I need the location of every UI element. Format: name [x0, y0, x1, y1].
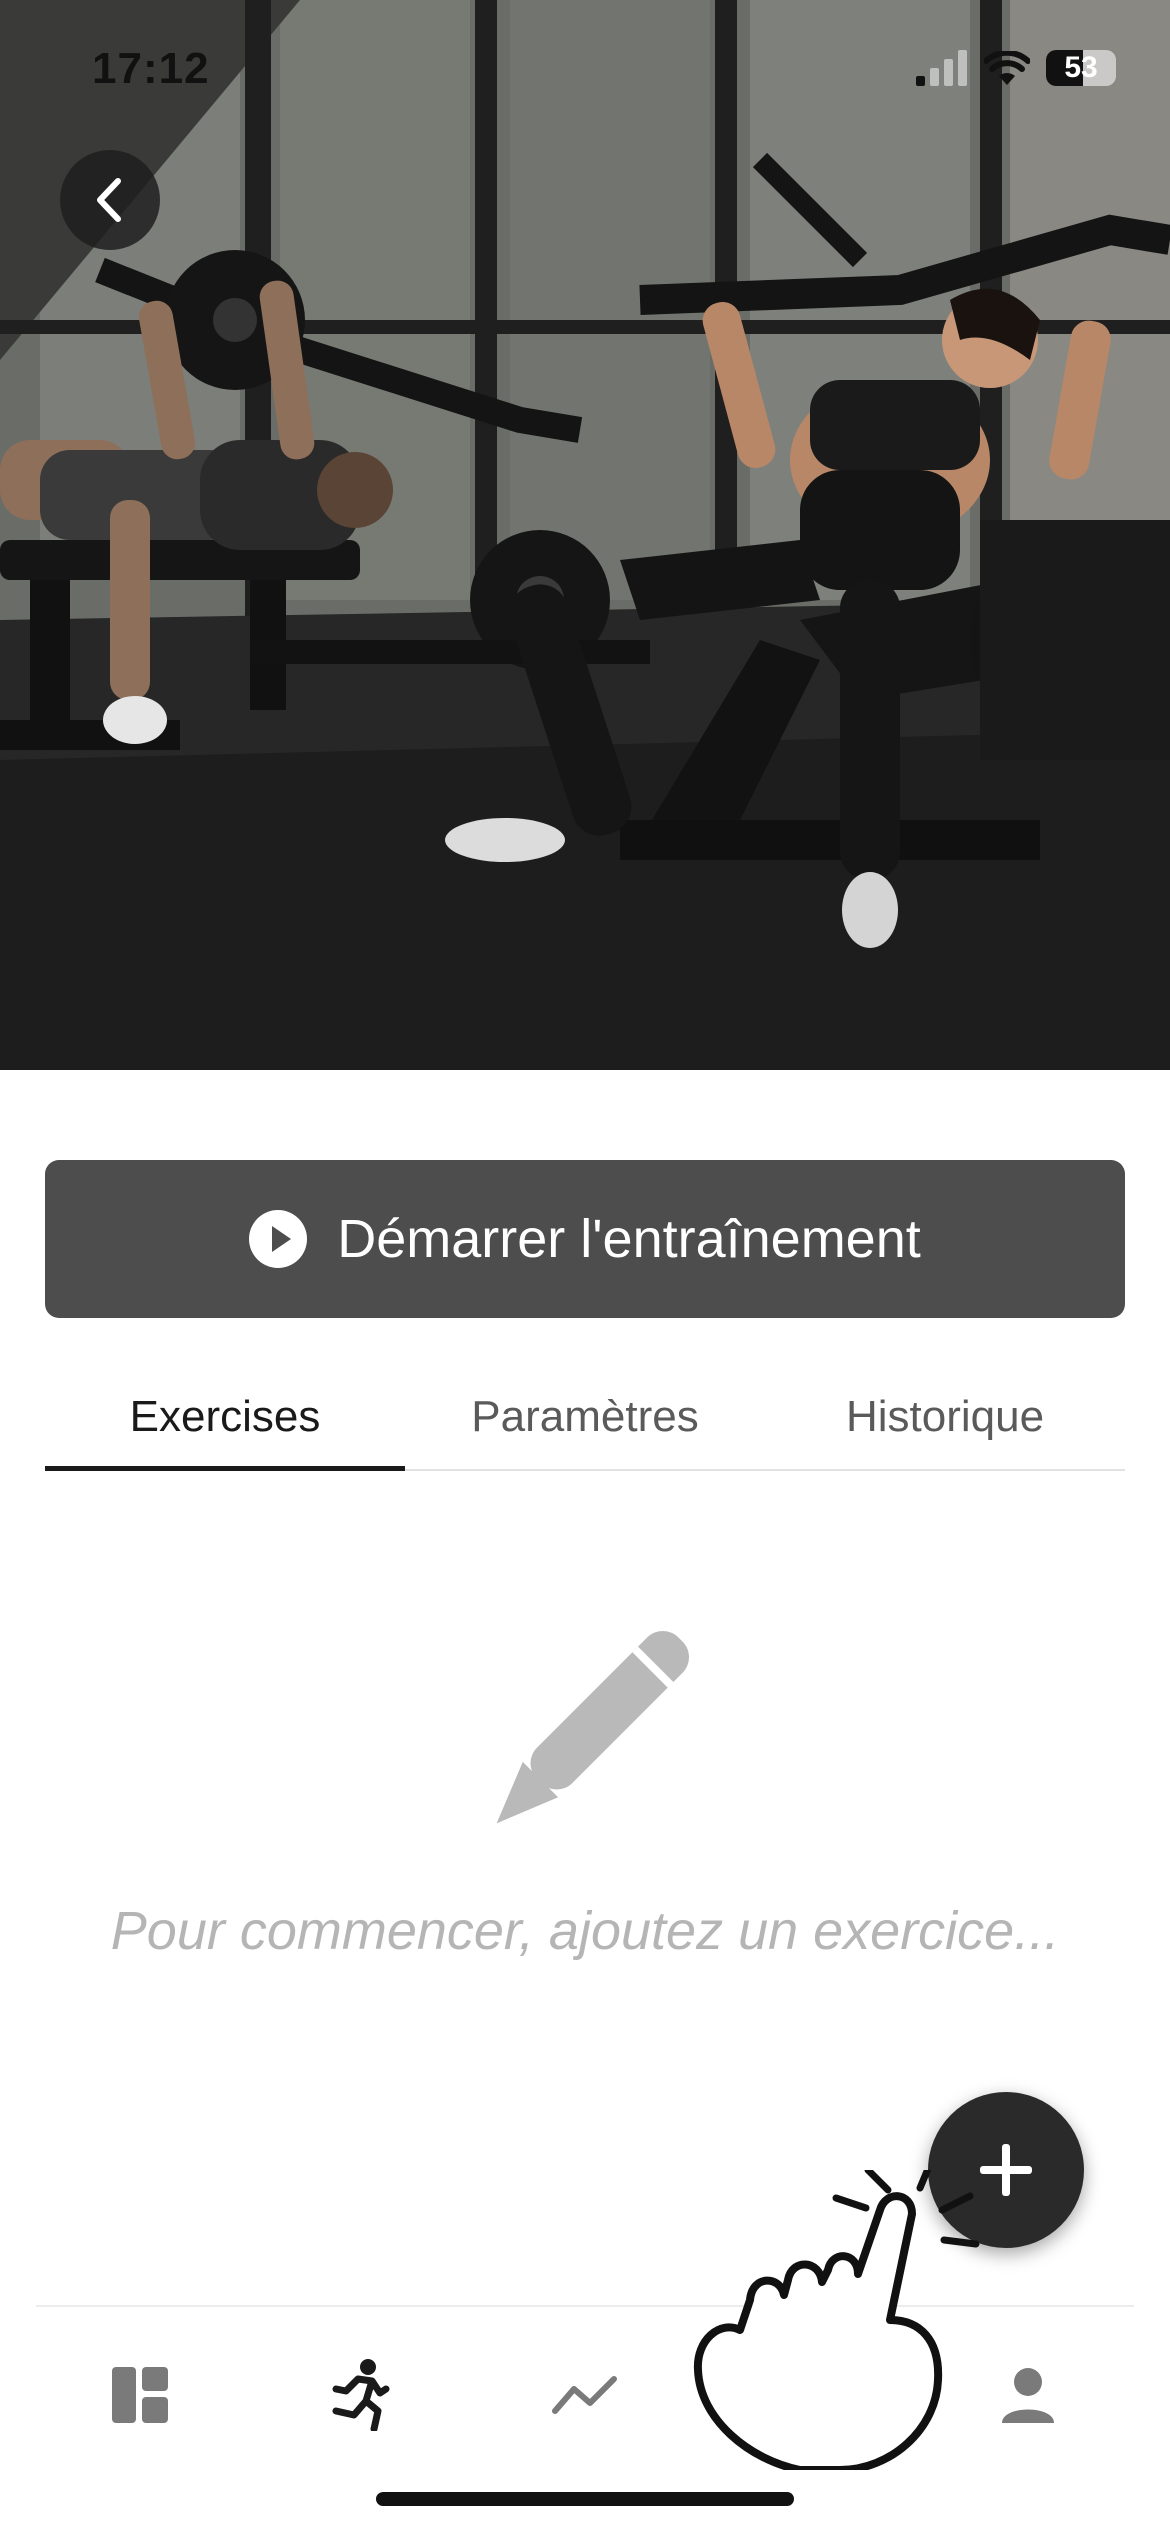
nav-profile[interactable]	[988, 2355, 1068, 2435]
wifi-icon	[984, 51, 1030, 85]
nav-dashboard[interactable]	[100, 2355, 180, 2435]
cellular-signal-icon	[916, 50, 967, 86]
active-tab-indicator	[45, 1466, 405, 1471]
tap-hand-icon	[693, 2170, 980, 2470]
tab-bar: Exercises Paramètres Historique	[45, 1365, 1125, 1473]
tab-parametres[interactable]: Paramètres	[405, 1365, 765, 1469]
start-workout-label: Démarrer l'entraînement	[337, 1209, 921, 1269]
nav-workouts[interactable]	[320, 2355, 400, 2435]
trend-chart-icon	[552, 2376, 617, 2414]
empty-state-message: Pour commencer, ajoutez un exercice...	[110, 1901, 1060, 1961]
gym-photo	[0, 0, 1170, 1070]
tab-historique[interactable]: Historique	[765, 1365, 1125, 1469]
play-circle-icon	[249, 1210, 308, 1268]
battery-indicator: 53	[1046, 50, 1116, 86]
start-workout-button[interactable]: Démarrer l'entraînement	[45, 1160, 1125, 1318]
person-icon	[1002, 2368, 1054, 2423]
battery-level: 53	[1064, 51, 1098, 84]
dashboard-icon	[112, 2367, 168, 2423]
status-icons: 53	[916, 46, 1116, 90]
tab-exercises[interactable]: Exercises	[45, 1365, 405, 1469]
pencil-icon	[496, 1630, 690, 1824]
chevron-left-icon	[97, 178, 121, 222]
home-indicator	[376, 2492, 794, 2506]
hero-image: 17:12 53	[0, 0, 1170, 1070]
running-icon	[332, 2359, 390, 2431]
back-button[interactable]	[60, 150, 160, 250]
nav-progress[interactable]	[545, 2355, 625, 2435]
status-time: 17:12	[92, 44, 210, 93]
